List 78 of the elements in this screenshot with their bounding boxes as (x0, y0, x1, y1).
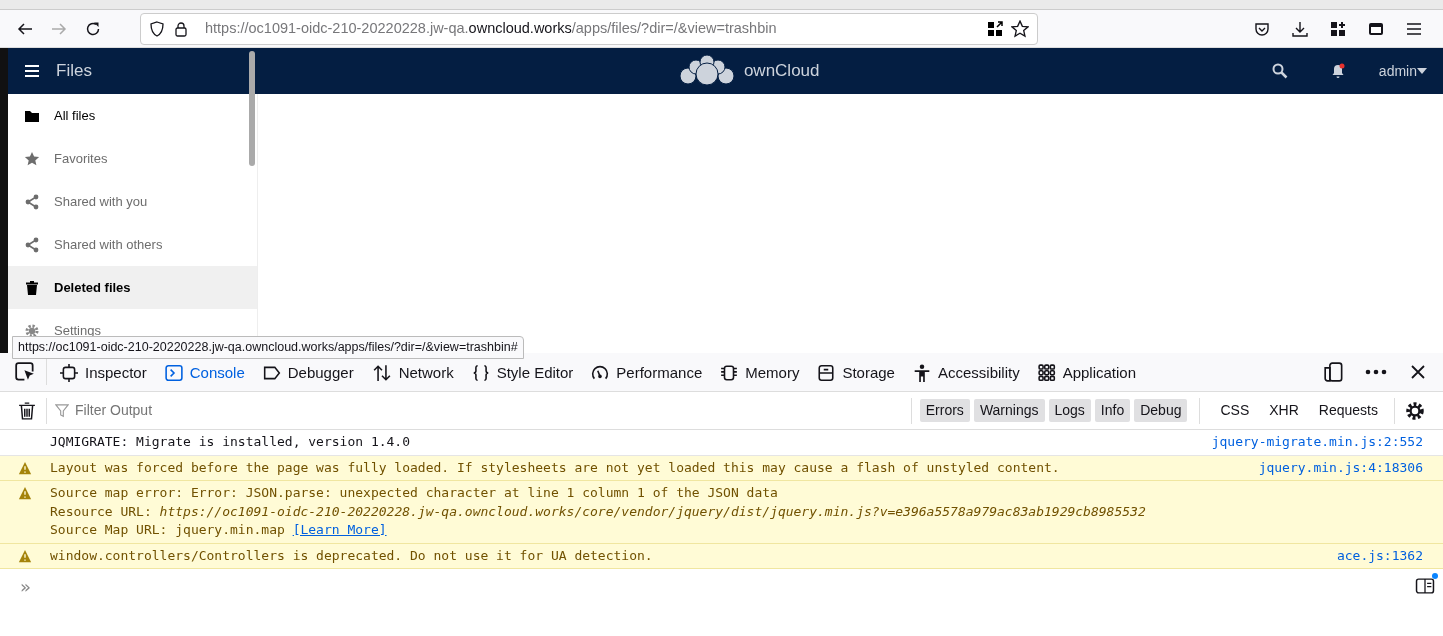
user-menu[interactable]: admin (1378, 56, 1427, 86)
filter-field[interactable]: Filter Output (73, 399, 333, 422)
devtools-tab[interactable]: Storage (808, 352, 904, 392)
app-title: Files (56, 60, 92, 83)
message-text: Resource URL: https://oc1091-oidc-210-20220228.jw-qa.owncloud.works/core/vendor/jquery/dist/jquery.min.js?v=e396a5578a979ac83ab1929cb8985532 (50, 503, 1146, 519)
type-filter-button[interactable]: XHR (1261, 399, 1307, 422)
grid-icon (1037, 364, 1056, 382)
qr-code-icon (987, 20, 1003, 37)
devtools-tab[interactable]: Accessibility (903, 352, 1029, 392)
storage-icon (817, 364, 836, 382)
more-icon (1365, 369, 1387, 375)
warning-icon (18, 548, 32, 563)
devtools-tab[interactable]: Performance (582, 352, 712, 392)
level-filter-button[interactable]: Warnings (973, 399, 1045, 422)
sidebar-item[interactable]: Shared with others (8, 223, 257, 266)
message-text: Source Map URL: jquery.min.map (50, 522, 285, 537)
close-icon (1410, 364, 1426, 380)
message-text: Layout was forced before the page was fully loaded. If stylesheets are not yet loaded this may cause a flash of unstyled content. (50, 459, 1060, 475)
debugger-icon (262, 364, 281, 382)
back-arrow-icon (17, 20, 33, 37)
caret-icon (1417, 68, 1427, 74)
search-icon (1271, 63, 1288, 79)
cloud-logo-icon (677, 54, 736, 88)
shield-icon (149, 20, 165, 37)
bookmark-star-icon (1011, 19, 1029, 38)
level-filter-button[interactable]: Logs (1048, 399, 1091, 422)
gear-icon (24, 322, 40, 339)
sidebar-item[interactable]: Deleted files (8, 266, 257, 309)
type-filter-button[interactable]: Requests (1310, 399, 1386, 422)
learn-more-link[interactable]: [Learn More] (292, 522, 387, 537)
menu-icon (1406, 20, 1422, 37)
forward-arrow-icon (51, 20, 67, 37)
source-link[interactable]: jquery-migrate.min.js:2:552 (1211, 433, 1423, 452)
level-filter-button[interactable]: Info (1094, 399, 1131, 422)
logo-text: ownCloud (743, 60, 820, 83)
star-icon (24, 150, 40, 167)
pocket-icon (1254, 20, 1270, 37)
split-editor-icon (1415, 577, 1435, 595)
sidebar-item[interactable]: All files (8, 94, 257, 137)
type-filter-button[interactable]: CSS (1212, 399, 1258, 422)
filter-icon (55, 403, 69, 418)
person-icon (912, 364, 931, 382)
share-icon (24, 193, 40, 210)
sidebar-icon (1368, 20, 1384, 37)
lock-icon (173, 20, 189, 37)
devtools-tab[interactable]: Memory (711, 352, 809, 392)
gauge-icon (591, 364, 610, 382)
message-text: window.controllers/Controllers is deprecated. Do not use it for UA detection. (50, 547, 653, 563)
address-bar[interactable]: https://oc1091-oidc-210-20220228.jw-qa.owncloud.works/apps/files/?dir=/&view=trashbin (140, 12, 1038, 45)
source-link[interactable]: ace.js:1362 (1336, 546, 1423, 565)
warning-icon (18, 486, 32, 500)
trash-icon (24, 279, 40, 296)
message-text: JQMIGRATE: Migrate is installed, version 1.4.0 (50, 434, 411, 449)
message-text: Source map error: Error: JSON.parse: unexpected character at line 1 column 1 of the JSON data (50, 485, 778, 500)
settings-icon (1405, 400, 1425, 421)
trash-icon (18, 400, 36, 421)
reload-icon (85, 20, 101, 37)
url-text: https://oc1091-oidc-210-20220228.jw-qa.owncloud.works/apps/files/?dir=/&view=trashbin (205, 18, 777, 38)
extensions-icon (1330, 20, 1346, 37)
devtools-tab[interactable]: Application (1028, 352, 1146, 392)
status-link-tooltip: https://oc1091-oidc-210-20220228.jw-qa.owncloud.works/apps/files/?dir=/&view=trashbin# (12, 336, 524, 359)
share-icon (24, 236, 40, 253)
download-icon (1292, 20, 1308, 37)
pick-element-icon (15, 362, 35, 382)
warning-icon (18, 460, 32, 475)
sidebar-item[interactable]: Favorites (8, 137, 257, 180)
braces-icon (471, 364, 490, 382)
level-filter-button[interactable]: Debug (1134, 399, 1188, 422)
sidebar-item[interactable]: Shared with you (8, 180, 257, 223)
console-icon (164, 364, 183, 382)
level-filter-button[interactable]: Errors (919, 399, 970, 422)
inspector-icon (60, 364, 78, 382)
source-link[interactable]: jquery.min.js:4:18306 (1258, 458, 1423, 477)
menu-icon (24, 63, 40, 79)
network-icon (371, 364, 392, 382)
device-icon (1324, 362, 1344, 382)
input-prompt: » (19, 574, 31, 599)
memory-chip-icon (720, 364, 739, 382)
